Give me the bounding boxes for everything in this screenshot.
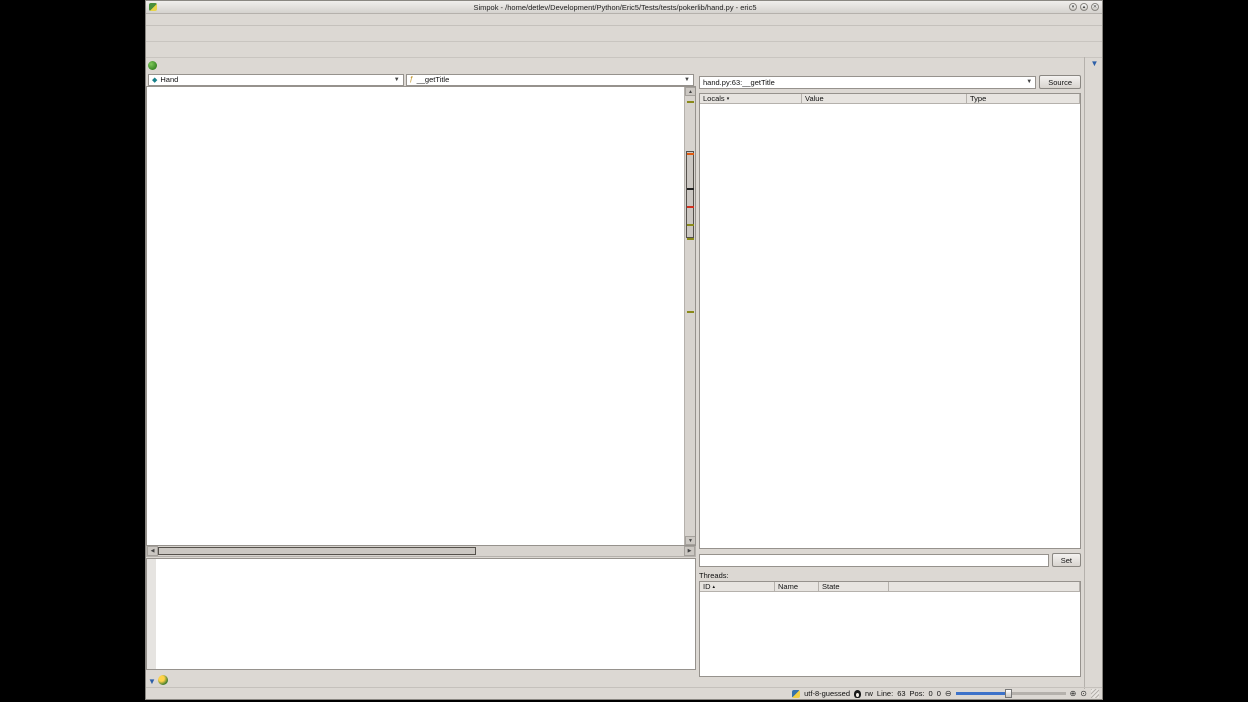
zoom-slider[interactable] — [956, 692, 1066, 695]
breadcrumb: ◆ Hand ▼ ƒ __getTitle ▼ — [146, 73, 696, 86]
filter-icon[interactable]: ▼ — [148, 677, 156, 686]
zoom-out-icon[interactable]: ⊖ — [945, 689, 952, 698]
scroll-up-icon[interactable]: ▲ — [685, 87, 696, 96]
chevron-down-icon: ▼ — [394, 77, 400, 83]
main-area: ◆ Hand ▼ ƒ __getTitle ▼ ▲ ▼ — [146, 57, 1104, 689]
minimize-button-icon[interactable]: ▾ — [1069, 3, 1077, 11]
class-combo-value: Hand — [160, 75, 178, 84]
encoding-indicator[interactable]: utf-8-guessed — [804, 689, 850, 698]
toolbar-debug — [146, 42, 1102, 58]
pos-value: 0 — [929, 689, 933, 698]
filter-icon[interactable]: ▼ — [1091, 59, 1099, 68]
titlebar[interactable]: Simpok - /home/detlev/Development/Python… — [146, 1, 1102, 14]
tab-nav-icon[interactable] — [148, 61, 157, 70]
filter-input[interactable] — [699, 554, 1049, 567]
name-column-header[interactable]: Name — [775, 582, 819, 591]
chevron-down-icon: ▼ — [684, 77, 690, 83]
chevron-down-icon: ▼ — [1026, 79, 1032, 85]
variable-filter-row: Set — [696, 549, 1084, 567]
debug-viewer-panel: hand.py:63:__getTitle ▼ Source Locals▾ V… — [696, 57, 1084, 689]
threads-header[interactable]: ID▴ Name State — [700, 582, 1080, 592]
scroll-right-icon[interactable]: ▶ — [684, 546, 695, 556]
state-column-header[interactable]: State — [819, 582, 889, 591]
shell-output[interactable] — [156, 559, 695, 669]
menubar — [146, 14, 1102, 26]
zoom-value: 0 — [937, 689, 941, 698]
statusbar: utf-8-guessed rw Line: 63 Pos: 0 0 ⊖ ⊕ ⊙ — [146, 687, 1102, 699]
maximize-button-icon[interactable]: ▴ — [1080, 3, 1088, 11]
id-column-header[interactable]: ID — [703, 582, 711, 591]
editor-vscrollbar[interactable]: ▲ ▼ — [684, 87, 695, 545]
zoom-in-icon[interactable]: ⊕ — [1070, 689, 1077, 698]
editor-column: ◆ Hand ▼ ƒ __getTitle ▼ ▲ ▼ — [146, 57, 696, 689]
close-button-icon[interactable]: ✕ — [1091, 3, 1099, 11]
class-icon: ◆ — [152, 76, 157, 84]
threads-table[interactable]: ID▴ Name State — [699, 581, 1081, 677]
scroll-left-icon[interactable]: ◀ — [147, 546, 158, 556]
eol-linux-icon[interactable] — [854, 690, 861, 698]
shell-panel[interactable] — [146, 558, 696, 670]
window-title: Simpok - /home/detlev/Development/Python… — [161, 3, 1069, 12]
eric-icon[interactable] — [158, 675, 168, 685]
type-column-header[interactable]: Type — [967, 94, 1080, 103]
class-combo[interactable]: ◆ Hand ▼ — [148, 74, 404, 86]
pos-label: Pos: — [910, 689, 925, 698]
locals-column-header[interactable]: Locals — [703, 94, 725, 103]
code-editor[interactable]: ▲ ▼ — [146, 86, 696, 546]
scroll-thumb[interactable] — [158, 547, 476, 555]
threads-label: Threads: — [696, 567, 1084, 581]
eric5-window: Simpok - /home/detlev/Development/Python… — [145, 0, 1103, 700]
source-button[interactable]: Source — [1039, 75, 1081, 89]
editor-tabbar — [146, 57, 696, 73]
shell-line-numbers — [147, 559, 156, 669]
set-button[interactable]: Set — [1052, 553, 1081, 567]
method-combo[interactable]: ƒ __getTitle ▼ — [406, 74, 694, 86]
editor-hscrollbar[interactable]: ◀ ▶ — [146, 546, 696, 557]
resize-grip[interactable] — [1091, 689, 1099, 698]
stack-frame-value: hand.py:63:__getTitle — [703, 78, 775, 87]
python-icon — [792, 690, 800, 698]
scroll-down-icon[interactable]: ▼ — [685, 536, 696, 545]
stack-frame-row: hand.py:63:__getTitle ▼ Source — [696, 73, 1084, 91]
right-sidebar: ▼ — [1084, 57, 1104, 689]
permission-indicator[interactable]: rw — [865, 689, 873, 698]
line-label: Line: — [877, 689, 893, 698]
line-value: 63 — [897, 689, 905, 698]
stack-frame-combo[interactable]: hand.py:63:__getTitle ▼ — [699, 76, 1036, 89]
app-icon — [149, 3, 157, 11]
window-buttons: ▾ ▴ ✕ — [1069, 3, 1099, 11]
locals-header[interactable]: Locals▾ Value Type — [700, 94, 1080, 104]
zoom-reset-icon[interactable]: ⊙ — [1080, 689, 1087, 698]
toolbar-file — [146, 26, 1102, 42]
debug-viewer-tabs — [696, 57, 1084, 73]
value-column-header[interactable]: Value — [802, 94, 967, 103]
locals-table[interactable]: Locals▾ Value Type — [699, 93, 1081, 549]
method-combo-value: __getTitle — [417, 75, 450, 84]
method-icon: ƒ — [410, 76, 414, 83]
